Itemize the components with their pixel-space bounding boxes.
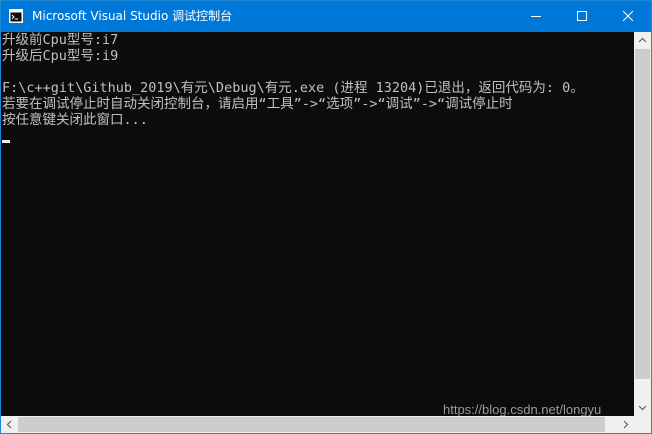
- console-line: F:\c++git\Github_2019\有元\Debug\有元.exe (进…: [2, 80, 584, 96]
- maximize-button[interactable]: [559, 1, 605, 32]
- window-title: Microsoft Visual Studio 调试控制台: [32, 9, 233, 23]
- scroll-left-button[interactable]: [1, 416, 18, 433]
- close-button[interactable]: [605, 1, 651, 32]
- watermark: https://blog.csdn.net/longyu: [443, 402, 602, 416]
- text-cursor: [2, 140, 10, 143]
- close-icon: [623, 11, 633, 21]
- maximize-icon: [577, 11, 587, 21]
- console-line: 若要在调试停止时自动关闭控制台，请启用“工具”->“选项”->“调试”->“调试…: [2, 96, 513, 112]
- horizontal-scroll-thumb[interactable]: [18, 417, 605, 432]
- console-line: 升级后Cpu型号:i9: [2, 48, 119, 64]
- console-window: Microsoft Visual Studio 调试控制台 升级前Cpu型号:i…: [0, 0, 652, 434]
- title-bar[interactable]: Microsoft Visual Studio 调试控制台: [1, 1, 651, 32]
- chevron-down-icon: [638, 405, 647, 411]
- vertical-scrollbar[interactable]: [634, 32, 651, 416]
- scrollbar-corner: [634, 416, 651, 433]
- console-line: 按任意键关闭此窗口...: [2, 112, 148, 128]
- chevron-right-icon: [623, 420, 629, 429]
- scroll-down-button[interactable]: [634, 399, 651, 416]
- vertical-scroll-thumb[interactable]: [635, 49, 650, 379]
- horizontal-scrollbar[interactable]: [1, 416, 634, 433]
- minimize-icon: [531, 16, 541, 17]
- scroll-up-button[interactable]: [634, 32, 651, 49]
- minimize-button[interactable]: [513, 1, 559, 32]
- chevron-up-icon: [638, 37, 647, 43]
- chevron-left-icon: [6, 420, 12, 429]
- console-app-icon[interactable]: [9, 9, 23, 23]
- console-line: 升级前Cpu型号:i7: [2, 32, 119, 48]
- scroll-right-button[interactable]: [617, 416, 634, 433]
- console-output[interactable]: 升级前Cpu型号:i7 升级后Cpu型号:i9 F:\c++git\Github…: [1, 32, 634, 416]
